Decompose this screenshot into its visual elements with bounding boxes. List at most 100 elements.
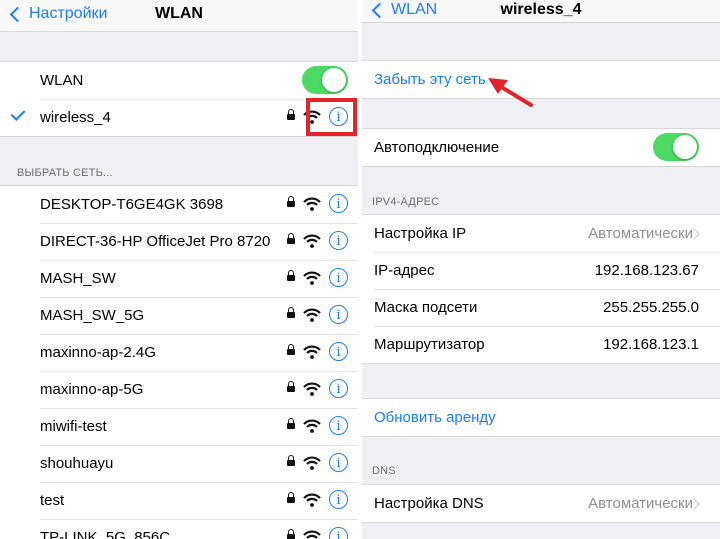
navigation-bar: Настройки WLAN (0, 0, 358, 32)
network-list: DESKTOP-T6GE4GK 3698 i DIRECT-36-HP Office… (0, 185, 358, 539)
toggle-knob (673, 135, 697, 159)
wifi-icon (303, 530, 321, 539)
info-icon[interactable]: i (329, 453, 348, 472)
network-name: DIRECT-36-HP OfficeJet Pro 8720 (40, 233, 271, 250)
network-row[interactable]: DESKTOP-T6GE4GK 3698 i (0, 186, 358, 223)
network-name: MASH_SW_5G (40, 307, 145, 324)
lock-icon (287, 492, 295, 503)
wifi-icon (303, 308, 321, 322)
info-icon[interactable]: i (329, 231, 348, 250)
network-row[interactable]: MASH_SW_5G i (0, 297, 358, 334)
info-icon[interactable]: i (329, 416, 348, 435)
dns-config-label: Настройка DNS (374, 495, 484, 512)
ipv4-group: Настройка IP Автоматически IP-адрес 192.168… (362, 214, 720, 364)
info-icon[interactable]: i (329, 305, 348, 324)
info-icon[interactable]: i (329, 379, 348, 398)
network-name: MASH_SW (40, 270, 116, 287)
lock-icon (287, 381, 295, 392)
network-row[interactable]: DIRECT-36-HP OfficeJet Pro 8720 i (0, 223, 358, 260)
network-name: miwifi-test (40, 418, 107, 435)
ipv4-info-row: IP-адрес 192.168.123.67 (362, 252, 720, 289)
wifi-icon (303, 197, 321, 211)
dns-config-row[interactable]: Настройка DNS Автоматически (362, 485, 720, 522)
wifi-icon (303, 382, 321, 396)
network-name: wireless_4 (40, 109, 111, 126)
autojoin-toggle[interactable] (653, 133, 699, 161)
wlan-settings-panel: Настройки WLAN WLAN wireless_4 i ВЫБРАТЬ… (0, 0, 358, 539)
network-name: maxinno-ap-5G (40, 381, 144, 398)
network-name: DESKTOP-T6GE4GK 3698 (40, 196, 224, 213)
info-icon[interactable]: i (329, 490, 348, 509)
info-icon[interactable]: i (329, 527, 348, 539)
lock-icon (287, 418, 295, 429)
network-details-panel: WLAN wireless_4 Забыть эту сеть Автоподк… (362, 0, 720, 539)
network-row[interactable]: MASH_SW i (0, 260, 358, 297)
network-row[interactable]: TP-LINK_5G_856C i (0, 519, 358, 539)
ip-config-row[interactable]: Настройка IP Автоматически (362, 215, 720, 252)
ipv4-info-row: Маска подсети 255.255.255.0 (362, 289, 720, 326)
network-row[interactable]: maxinno-ap-5G i (0, 371, 358, 408)
ipv4-row-label: Маршрутизатор (374, 336, 485, 353)
dns-group: Настройка DNS Автоматически (362, 484, 720, 523)
lock-icon (287, 109, 295, 120)
network-name: test (40, 492, 65, 509)
wifi-icon (303, 234, 321, 248)
lock-icon (287, 455, 295, 466)
wifi-icon (303, 345, 321, 359)
ipv4-row-label: Настройка IP (374, 225, 467, 242)
network-row[interactable]: miwifi-test i (0, 408, 358, 445)
lock-icon (287, 529, 295, 539)
ipv4-row-value: 255.255.255.0 (603, 299, 699, 316)
navigation-bar: WLAN wireless_4 (362, 0, 720, 23)
lock-icon (287, 307, 295, 318)
wlan-toggle[interactable] (302, 66, 348, 94)
nav-title: wireless_4 (500, 1, 582, 18)
wlan-toggle-row: WLAN (0, 62, 358, 99)
ipv4-row-label: IP-адрес (374, 262, 435, 279)
autojoin-row: Автоподключение (362, 129, 720, 166)
forget-network-row[interactable]: Забыть эту сеть (362, 61, 720, 98)
network-name: TP-LINK_5G_856C (40, 529, 171, 539)
renew-group: Обновить аренду (362, 398, 720, 437)
info-icon[interactable]: i (329, 107, 348, 126)
autojoin-label: Автоподключение (374, 139, 500, 156)
toggle-knob (322, 68, 346, 92)
lock-icon (287, 196, 295, 207)
ipv4-row-value: 192.168.123.67 (594, 262, 699, 279)
pointer-arrow-icon (488, 78, 533, 107)
forget-network-button[interactable]: Забыть эту сеть (374, 71, 486, 88)
wifi-icon (303, 110, 321, 124)
dns-config-value: Автоматически (588, 495, 693, 512)
info-icon[interactable]: i (329, 194, 348, 213)
ipv4-row-value: Автоматически (588, 225, 693, 242)
wifi-icon (303, 419, 321, 433)
ipv4-row-value: 192.168.123.1 (603, 336, 699, 353)
choose-network-header: ВЫБРАТЬ СЕТЬ... (17, 167, 113, 179)
nav-title: WLAN (155, 5, 203, 22)
network-name: maxinno-ap-2.4G (40, 344, 156, 361)
lock-icon (287, 270, 295, 281)
network-row[interactable]: shouhuayu i (0, 445, 358, 482)
ipv4-info-row: Маршрутизатор 192.168.123.1 (362, 326, 720, 363)
wlan-group: WLAN wireless_4 i (0, 61, 358, 137)
wlan-label: WLAN (40, 72, 84, 89)
lock-icon (287, 233, 295, 244)
renew-lease-row[interactable]: Обновить аренду (362, 399, 720, 436)
wifi-icon (303, 271, 321, 285)
autojoin-group: Автоподключение (362, 128, 720, 167)
checkmark-icon (10, 106, 26, 121)
forget-group: Забыть эту сеть (362, 60, 720, 99)
network-row[interactable]: test i (0, 482, 358, 519)
wifi-icon (303, 493, 321, 507)
lock-icon (287, 344, 295, 355)
ipv4-header: IPV4-АДРЕС (372, 196, 440, 208)
wifi-icon (303, 456, 321, 470)
network-row[interactable]: maxinno-ap-2.4G i (0, 334, 358, 371)
info-icon[interactable]: i (329, 268, 348, 287)
renew-lease-button[interactable]: Обновить аренду (374, 409, 496, 426)
connected-network-row[interactable]: wireless_4 i (0, 99, 358, 136)
ipv4-row-label: Маска подсети (374, 299, 478, 316)
network-name: shouhuayu (40, 455, 114, 472)
dns-header: DNS (372, 465, 396, 477)
info-icon[interactable]: i (329, 342, 348, 361)
